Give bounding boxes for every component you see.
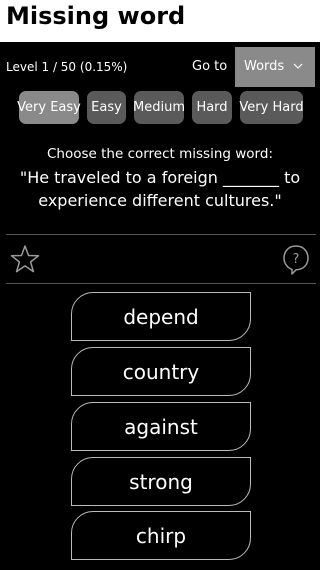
answer-option[interactable]: against: [71, 402, 251, 451]
chevron-down-icon: [293, 63, 303, 69]
answer-option[interactable]: chirp: [71, 511, 251, 560]
difficulty-bar: Very Easy Easy Medium Hard Very Hard: [0, 91, 320, 125]
svg-text:?: ?: [293, 252, 300, 267]
star-icon[interactable]: [10, 244, 40, 274]
question-sentence: "He traveled to a foreign _______ to exp…: [19, 168, 301, 210]
difficulty-easy-button[interactable]: Easy: [87, 91, 126, 124]
goto-label: Go to: [192, 59, 228, 74]
question-prompt: Choose the correct missing word:: [46, 146, 273, 162]
difficulty-very-easy-button[interactable]: Very Easy: [17, 91, 81, 124]
title-bar: Missing word: [0, 0, 320, 42]
category-select[interactable]: Words: [235, 47, 315, 87]
category-select-value: Words: [244, 59, 285, 74]
page-title: Missing word: [6, 2, 186, 30]
difficulty-very-hard-button[interactable]: Very Hard: [239, 91, 304, 124]
level-row: Level 1 / 50 (0.15%) Go to Words: [0, 46, 320, 90]
level-progress-text: Level 1 / 50 (0.15%): [6, 60, 128, 74]
answer-option[interactable]: strong: [71, 457, 251, 506]
answer-option[interactable]: country: [71, 347, 251, 396]
app-screen: Missing word Level 1 / 50 (0.15%) Go to …: [0, 0, 320, 570]
question-bubble-icon[interactable]: ?: [282, 244, 310, 276]
difficulty-medium-button[interactable]: Medium: [133, 91, 185, 124]
difficulty-hard-button[interactable]: Hard: [192, 91, 232, 124]
divider-bottom: [6, 283, 316, 284]
answer-option[interactable]: depend: [71, 292, 251, 341]
divider-top: [6, 234, 316, 235]
